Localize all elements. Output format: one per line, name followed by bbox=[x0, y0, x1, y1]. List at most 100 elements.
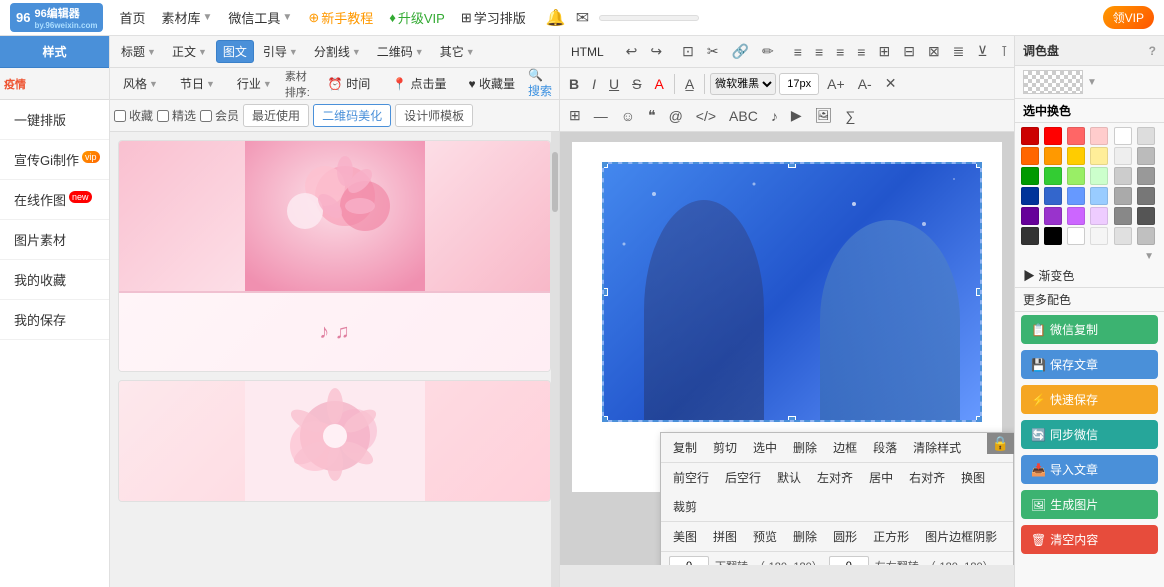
ctx-delete[interactable]: 删除 bbox=[789, 437, 821, 458]
color-swatch[interactable] bbox=[1067, 187, 1085, 205]
bold-button[interactable]: B bbox=[564, 72, 584, 96]
ctx-circle[interactable]: 圆形 bbox=[829, 526, 861, 547]
color-swatch[interactable] bbox=[1114, 187, 1132, 205]
emoji-icon[interactable]: ☺ bbox=[616, 104, 640, 128]
abc-icon[interactable]: ABC bbox=[724, 104, 763, 128]
formula-icon[interactable]: ∑ bbox=[840, 104, 860, 128]
tab-divider[interactable]: 分割线▼ bbox=[307, 40, 368, 63]
filter-featured[interactable]: 精选 bbox=[157, 107, 196, 124]
color-swatch[interactable] bbox=[1044, 207, 1062, 225]
font-size-up-btn[interactable]: A+ bbox=[822, 72, 850, 96]
special-chars-icon[interactable]: @ bbox=[664, 104, 688, 128]
nav-wechat-tools[interactable]: 微信工具 ▼ bbox=[228, 8, 292, 27]
color-swatch[interactable] bbox=[1044, 187, 1062, 205]
color-swatch[interactable] bbox=[1044, 227, 1062, 245]
color-swatch[interactable] bbox=[1044, 147, 1062, 165]
filter-sort-time[interactable]: ⏰ 时间 bbox=[319, 72, 379, 95]
color-swatch[interactable] bbox=[1137, 207, 1155, 225]
music-icon[interactable]: ♪ bbox=[766, 104, 783, 128]
color-swatch[interactable] bbox=[1021, 187, 1039, 205]
ctx-next-row[interactable]: 后空行 bbox=[721, 467, 765, 488]
decrease-icon[interactable]: ⊻ bbox=[972, 39, 992, 64]
color-swatch[interactable] bbox=[1067, 147, 1085, 165]
tab-qrcode[interactable]: 二维码▼ bbox=[370, 40, 431, 63]
resize-handle-ml[interactable] bbox=[602, 288, 608, 296]
filter-sort-fav[interactable]: ♥ 收藏量 bbox=[459, 72, 523, 95]
italic-button[interactable]: I bbox=[587, 72, 601, 96]
gradient-button[interactable]: ▶ 渐变色 bbox=[1015, 264, 1164, 288]
color-swatch[interactable] bbox=[1137, 167, 1155, 185]
filter-style[interactable]: 风格 ▼ bbox=[114, 72, 167, 95]
sidebar-item-tupian[interactable]: 图片素材 bbox=[0, 220, 109, 260]
featured-checkbox[interactable] bbox=[157, 110, 169, 122]
sync-wechat-button[interactable]: 🔄 同步微信 bbox=[1021, 420, 1158, 449]
ctx-crop[interactable]: 裁剪 bbox=[669, 496, 701, 517]
ol-icon[interactable]: ⊠ bbox=[923, 39, 945, 64]
cut-icon[interactable]: ✂ bbox=[702, 39, 724, 64]
filter-industry[interactable]: 行业 ▼ bbox=[228, 72, 281, 95]
sidebar-item-zuotu[interactable]: 在线作图new bbox=[0, 180, 109, 220]
undo-button[interactable]: ↩ bbox=[621, 39, 643, 64]
align-justify-icon[interactable]: ≡ bbox=[852, 40, 870, 64]
color-swatch[interactable] bbox=[1044, 127, 1062, 145]
color-swatch[interactable] bbox=[1114, 147, 1132, 165]
color-swatch[interactable] bbox=[1090, 167, 1108, 185]
more-colors-button[interactable]: 更多配色 bbox=[1015, 288, 1164, 312]
video-icon[interactable]: ▶ bbox=[786, 103, 807, 128]
nav-material[interactable]: 素材库 ▼ bbox=[161, 8, 212, 27]
nav-vip-upgrade[interactable]: ♦ 升级VIP bbox=[389, 8, 445, 27]
copy-format-icon[interactable]: ⊡ bbox=[677, 39, 699, 64]
format-clear-icon[interactable]: ✕ bbox=[880, 71, 902, 96]
redo-button[interactable]: ↪ bbox=[645, 39, 667, 64]
filter-designer[interactable]: 设计师模板 bbox=[395, 104, 473, 127]
ctx-collage[interactable]: 拼图 bbox=[709, 526, 741, 547]
color-swatch[interactable] bbox=[1067, 127, 1085, 145]
link-icon[interactable]: 🔗 bbox=[727, 39, 754, 64]
template-thumb-2[interactable] bbox=[118, 380, 551, 502]
template-thumb-1[interactable]: ♪ ♫ bbox=[118, 140, 551, 372]
resize-handle-tr[interactable] bbox=[976, 162, 982, 168]
resize-handle-tl[interactable] bbox=[602, 162, 608, 168]
filter-holiday[interactable]: 节日 ▼ bbox=[171, 72, 224, 95]
ctx-select[interactable]: 选中 bbox=[749, 437, 781, 458]
font-color-icon[interactable]: A bbox=[649, 72, 668, 96]
color-swatch[interactable] bbox=[1067, 207, 1085, 225]
generate-image-button[interactable]: 🖼 生成图片 bbox=[1021, 490, 1158, 519]
nav-home[interactable]: 首页 bbox=[119, 8, 145, 27]
tab-other[interactable]: 其它▼ bbox=[433, 40, 482, 63]
resize-handle-br[interactable] bbox=[976, 416, 982, 422]
font-size-input[interactable] bbox=[779, 73, 819, 95]
font-bg-icon[interactable]: A̲ bbox=[680, 72, 699, 96]
color-swatch[interactable] bbox=[1137, 127, 1155, 145]
align-left-icon[interactable]: ≡ bbox=[789, 40, 807, 64]
filter-collect[interactable]: 收藏 bbox=[114, 107, 153, 124]
font-size-down-btn[interactable]: A- bbox=[853, 72, 877, 96]
strikethrough-button[interactable]: S bbox=[627, 72, 646, 96]
flip-value-input[interactable] bbox=[829, 556, 869, 565]
ctx-beautify[interactable]: 美图 bbox=[669, 526, 701, 547]
color-swatch[interactable] bbox=[1090, 127, 1108, 145]
outdent-icon[interactable]: ⊟ bbox=[898, 39, 920, 64]
resize-handle-bl[interactable] bbox=[602, 416, 608, 422]
tab-style[interactable]: 标题▼ bbox=[114, 40, 163, 63]
table-icon[interactable]: ⊞ bbox=[564, 103, 586, 128]
hr-icon[interactable]: — bbox=[589, 104, 613, 128]
color-swatch[interactable] bbox=[1044, 167, 1062, 185]
ctx-prev-row[interactable]: 前空行 bbox=[669, 467, 713, 488]
filter-recent[interactable]: 最近使用 bbox=[243, 104, 309, 127]
nav-layout[interactable]: ⊞ 学习排版 bbox=[461, 8, 526, 27]
color-swatch[interactable] bbox=[1114, 127, 1132, 145]
sidebar-item-shoucang[interactable]: 我的收藏 bbox=[0, 260, 109, 300]
sidebar-item-baocun[interactable]: 我的保存 bbox=[0, 300, 109, 340]
color-swatch[interactable] bbox=[1067, 167, 1085, 185]
mail-icon[interactable]: ✉ bbox=[576, 8, 589, 28]
color-swatch[interactable] bbox=[1090, 147, 1108, 165]
color-swatch[interactable] bbox=[1137, 147, 1155, 165]
code-icon[interactable]: </> bbox=[691, 104, 721, 128]
resize-handle-tm[interactable] bbox=[788, 162, 796, 168]
rotate-value-input[interactable] bbox=[669, 556, 709, 565]
ctx-swap-image[interactable]: 换图 bbox=[957, 467, 989, 488]
color-swatch[interactable] bbox=[1021, 127, 1039, 145]
search-area[interactable]: 🔍 搜索 bbox=[528, 68, 555, 99]
tab-normal[interactable]: 正文▼ bbox=[165, 40, 214, 63]
